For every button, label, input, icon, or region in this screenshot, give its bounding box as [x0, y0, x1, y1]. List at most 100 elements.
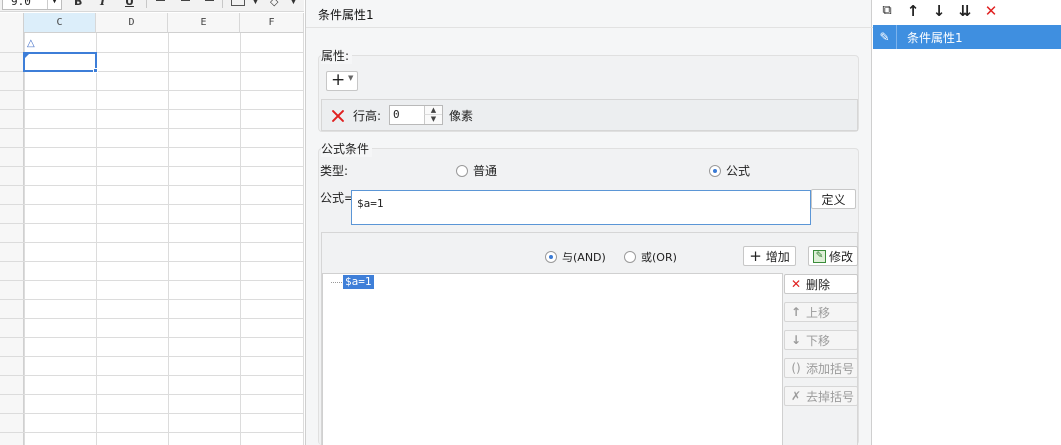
row-header-gutter: [0, 13, 24, 445]
grid-row-line: [0, 242, 304, 243]
radio-dot: [456, 164, 468, 177]
column-header-e[interactable]: E: [168, 13, 240, 33]
list-item[interactable]: ✎ 条件属性1: [873, 25, 1061, 49]
grid-row-line: [0, 299, 304, 300]
grid-column-line: [303, 33, 304, 445]
column-header-f[interactable]: F: [240, 13, 304, 33]
arrow-down-icon[interactable]: ↓: [930, 2, 948, 20]
radio-dot-selected: [709, 164, 721, 177]
grid-column-line: [24, 33, 25, 445]
align-center-icon[interactable]: [178, 0, 192, 7]
grid-row-line: [0, 413, 304, 414]
move-down-label: 下移: [806, 333, 831, 348]
underline-button[interactable]: U: [125, 0, 134, 8]
delete-condition-button[interactable]: ✕ 删除: [784, 274, 858, 294]
row-height-label: 行高:: [353, 109, 382, 123]
properties-group-label: 属性:: [321, 47, 353, 64]
spin-down-icon[interactable]: ▼: [424, 115, 442, 124]
list-item-label: 条件属性1: [907, 30, 963, 45]
grid-row-line: [0, 375, 304, 376]
fill-color-icon[interactable]: ◇: [270, 0, 278, 8]
grid-column-line: [96, 33, 97, 445]
parentheses-icon: (): [791, 361, 801, 375]
formula-value[interactable]: $a=1: [357, 197, 384, 210]
grid-column-line: [240, 33, 241, 445]
tree-connector: [331, 282, 342, 283]
condition-tree[interactable]: $a=1: [322, 273, 783, 445]
sort-down-icon[interactable]: ⇊: [956, 2, 974, 20]
remove-parentheses-button[interactable]: ✗ 去掉括号: [784, 386, 858, 406]
define-button[interactable]: 定义: [811, 189, 856, 209]
arrow-up-icon: ↑: [790, 305, 802, 319]
grid-row-line: [0, 90, 304, 91]
radio-dot-selected: [545, 251, 557, 263]
fill-handle[interactable]: [93, 68, 98, 73]
grid-row-line: [0, 128, 304, 129]
grid-row-line: [0, 432, 304, 433]
modify-condition-button[interactable]: ✎ 修改: [808, 246, 858, 266]
column-header-d[interactable]: D: [96, 13, 168, 33]
condition-marker-icon: △: [27, 38, 35, 49]
formula-condition-group-label: 公式条件: [321, 140, 373, 157]
chevron-down-icon[interactable]: ▼: [252, 0, 259, 6]
condition-list-pane: ⧉ ↑ ↓ ⇊ ✕ ✎ 条件属性1: [873, 0, 1061, 445]
row-height-spinner[interactable]: 0 ▲ ▼: [389, 105, 443, 125]
type-radio-normal[interactable]: 普通: [456, 162, 497, 179]
condition-attribute-dialog: 条件属性1 属性: + ▼ 行高: 0 ▲ ▼ 像素 公式条件 类型: 普通 公…: [305, 0, 873, 445]
border-icon[interactable]: [231, 0, 245, 6]
grid-row-line: [0, 109, 304, 110]
add-property-button[interactable]: + ▼: [326, 70, 358, 91]
type-option-normal: 普通: [473, 164, 498, 178]
grid-row-line: [0, 166, 304, 167]
plus-icon: +: [749, 247, 762, 265]
cell-corner-marker: [24, 53, 30, 59]
condition-tree-item[interactable]: $a=1: [343, 275, 374, 289]
delete-icon[interactable]: ✕: [982, 2, 1000, 20]
arrow-up-icon[interactable]: ↑: [904, 2, 922, 20]
row-height-property: 行高: 0 ▲ ▼ 像素: [321, 99, 858, 131]
chevron-down-icon: ▼: [348, 74, 354, 82]
toolbar-divider: [222, 0, 223, 8]
grid-row-line: [0, 147, 304, 148]
chevron-down-icon[interactable]: ▼: [290, 0, 297, 6]
grid-row-line: [0, 356, 304, 357]
column-header-c[interactable]: C: [24, 13, 96, 33]
grid-row-line: [0, 318, 304, 319]
selected-cell[interactable]: [23, 52, 97, 72]
align-left-icon[interactable]: [156, 0, 170, 7]
formula-input[interactable]: $a=1: [351, 190, 811, 225]
logic-option-or: 或(OR): [641, 251, 677, 264]
type-option-formula: 公式: [726, 164, 751, 178]
add-condition-label: 增加: [765, 249, 790, 264]
italic-button[interactable]: I: [100, 0, 105, 8]
grid-row-line: [0, 261, 304, 262]
move-down-button[interactable]: ↓ 下移: [784, 330, 858, 350]
logic-radio-or[interactable]: 或(OR): [624, 249, 677, 265]
grid-row-line: [0, 223, 304, 224]
remove-property-icon[interactable]: [330, 108, 346, 124]
logic-radio-and[interactable]: 与(AND): [545, 249, 606, 265]
delete-condition-label: 删除: [806, 277, 831, 292]
plus-icon: +: [331, 70, 346, 90]
spin-up-icon[interactable]: ▲: [424, 106, 442, 115]
add-parentheses-button[interactable]: () 添加括号: [784, 358, 858, 378]
format-toolbar: 9.0 ▼ B I U ▼ ◇ ▼: [0, 0, 304, 12]
move-up-button[interactable]: ↑ 上移: [784, 302, 858, 322]
add-condition-button[interactable]: + 增加: [743, 246, 796, 266]
font-size-select[interactable]: 9.0 ▼: [2, 0, 62, 10]
bold-button[interactable]: B: [74, 0, 82, 8]
edit-icon: ✎: [812, 249, 826, 263]
align-right-icon[interactable]: [200, 0, 214, 7]
type-radio-formula[interactable]: 公式: [709, 162, 750, 179]
app-root: 9.0 ▼ B I U ▼ ◇ ▼ C D E F △ 条件属性1 属性: + …: [0, 0, 1061, 445]
grid-row-line: [0, 337, 304, 338]
copy-icon[interactable]: ⧉: [878, 2, 896, 20]
x-icon: ✕: [790, 277, 802, 291]
row-height-value[interactable]: 0: [393, 108, 400, 121]
remove-parentheses-label: 去掉括号: [806, 389, 855, 404]
arrow-down-icon: ↓: [790, 333, 802, 347]
formula-label: 公式=: [320, 191, 355, 205]
modify-condition-label: 修改: [828, 249, 853, 264]
remove-parentheses-icon: ✗: [790, 389, 802, 403]
type-label: 类型:: [320, 164, 349, 178]
